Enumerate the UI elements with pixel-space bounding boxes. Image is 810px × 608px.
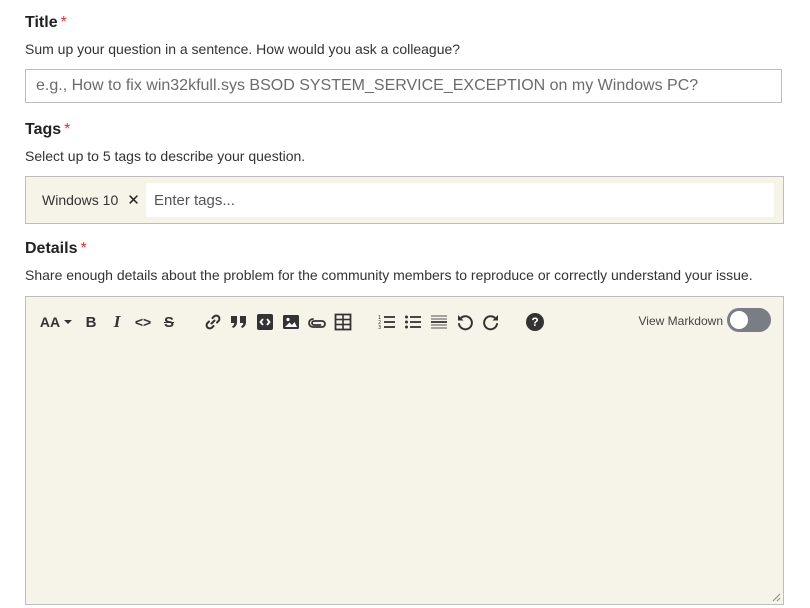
- code-icon: <>: [134, 314, 152, 330]
- code-block-icon: [257, 314, 273, 330]
- font-size-button[interactable]: AA: [38, 312, 74, 332]
- details-label-text: Details: [25, 240, 78, 257]
- table-button[interactable]: [333, 312, 353, 332]
- view-markdown-toggle[interactable]: [727, 308, 771, 332]
- tag-chip-label: Windows 10: [42, 192, 119, 208]
- image-button[interactable]: [281, 312, 301, 332]
- italic-button[interactable]: I: [107, 312, 127, 332]
- title-input[interactable]: [25, 69, 782, 103]
- attachment-button[interactable]: [307, 312, 327, 332]
- tags-input[interactable]: [146, 183, 774, 217]
- help-icon: ?: [526, 313, 544, 331]
- chevron-down-icon: [64, 320, 73, 324]
- undo-button[interactable]: [455, 312, 475, 332]
- numbered-list-icon: 1 2 3: [378, 315, 395, 331]
- required-marker: *: [60, 14, 67, 31]
- strikethrough-button[interactable]: S: [159, 312, 179, 332]
- tags-label: Tags *: [25, 121, 70, 139]
- details-help-text: Share enough details about the problem f…: [25, 267, 753, 283]
- resize-grip-icon[interactable]: [771, 592, 781, 602]
- tags-label-text: Tags: [25, 121, 62, 138]
- link-icon: [205, 314, 221, 330]
- strikethrough-icon: S: [163, 313, 174, 331]
- title-label-text: Title: [25, 14, 58, 31]
- attachment-icon: [308, 318, 326, 328]
- code-block-button[interactable]: [255, 312, 275, 332]
- font-size-icon: AA: [39, 314, 61, 330]
- link-button[interactable]: [203, 312, 223, 332]
- quote-icon: [231, 316, 246, 328]
- undo-icon: [458, 315, 473, 331]
- redo-icon: [483, 315, 498, 331]
- view-markdown-label: View Markdown: [638, 314, 723, 328]
- image-icon: [283, 315, 299, 329]
- required-marker: *: [80, 240, 87, 257]
- code-button[interactable]: <>: [133, 312, 153, 332]
- details-editor-body[interactable]: [27, 347, 782, 603]
- details-label: Details *: [25, 240, 87, 258]
- title-help-text: Sum up your question in a sentence. How …: [25, 41, 461, 57]
- numbered-list-button[interactable]: 1 2 3: [377, 312, 397, 332]
- horizontal-rule-button[interactable]: [429, 312, 449, 332]
- tag-remove-icon[interactable]: ✕: [127, 191, 140, 209]
- tags-help-text: Select up to 5 tags to describe your que…: [25, 148, 306, 164]
- svg-text:3: 3: [378, 325, 381, 331]
- tag-chip: Windows 10 ✕: [36, 186, 146, 214]
- details-editor: AA B I <> S 1 2 3 ? View Markdown: [25, 296, 784, 605]
- redo-button[interactable]: [481, 312, 501, 332]
- bulleted-list-icon: [405, 315, 421, 329]
- required-marker: *: [64, 121, 71, 138]
- quote-button[interactable]: [229, 312, 249, 332]
- toggle-knob: [730, 311, 748, 329]
- italic-icon: I: [113, 312, 121, 331]
- table-icon: [334, 313, 352, 331]
- title-label: Title *: [25, 14, 67, 32]
- horizontal-rule-icon: [431, 315, 447, 329]
- bold-button[interactable]: B: [81, 312, 101, 332]
- help-button[interactable]: ?: [525, 312, 545, 332]
- ask-question-form: Title * Sum up your question in a sentenc…: [0, 0, 810, 608]
- bold-icon: B: [85, 313, 97, 331]
- bulleted-list-button[interactable]: [403, 312, 423, 332]
- tags-field[interactable]: Windows 10 ✕: [25, 176, 784, 224]
